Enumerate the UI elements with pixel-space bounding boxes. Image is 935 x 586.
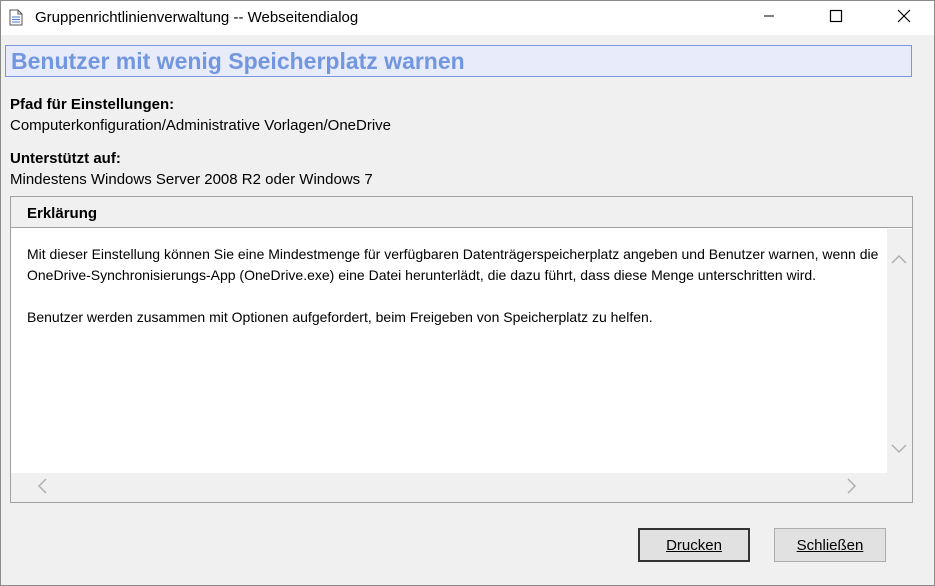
path-label: Pfad für Einstellungen: [10, 96, 175, 113]
horizontal-scrollbar[interactable] [11, 473, 887, 502]
supported-value: Mindestens Windows Server 2008 R2 oder W… [10, 171, 373, 188]
maximize-button[interactable] [813, 1, 859, 35]
supported-label: Unterstützt auf: [10, 150, 121, 167]
document-icon [9, 9, 23, 26]
scroll-down-icon[interactable] [891, 439, 907, 457]
explanation-panel: Erklärung Mit dieser Einstellung können … [10, 196, 913, 503]
minimize-button[interactable] [746, 1, 792, 35]
explanation-paragraph: Mit dieser Einstellung können Sie eine M… [27, 246, 879, 283]
explanation-text: Mit dieser Einstellung können Sie eine M… [27, 244, 883, 349]
close-button[interactable]: Schließen [774, 528, 886, 562]
maximize-icon [829, 9, 843, 28]
scroll-left-icon[interactable] [37, 478, 47, 497]
dialog-window: Gruppenrichtlinienverwaltung -- Webseite… [0, 0, 935, 586]
window-title: Gruppenrichtlinienverwaltung -- Webseite… [35, 9, 359, 26]
scroll-right-icon[interactable] [847, 478, 857, 497]
close-icon [897, 9, 911, 28]
print-button[interactable]: Drucken [638, 528, 750, 562]
title-bar[interactable]: Gruppenrichtlinienverwaltung -- Webseite… [1, 1, 934, 35]
scrollbar-corner [887, 469, 912, 502]
vertical-scrollbar[interactable] [887, 229, 912, 469]
close-window-button[interactable] [881, 1, 927, 35]
path-value: Computerkonfiguration/Administrative Vor… [10, 117, 392, 134]
explanation-paragraph: Benutzer werden zusammen mit Optionen au… [27, 309, 653, 325]
policy-title: Benutzer mit wenig Speicherplatz warnen [5, 45, 912, 77]
scroll-up-icon[interactable] [891, 249, 907, 267]
dialog-content: Benutzer mit wenig Speicherplatz warnen … [1, 35, 934, 585]
minimize-icon [763, 9, 775, 27]
explanation-header: Erklärung [11, 197, 912, 228]
